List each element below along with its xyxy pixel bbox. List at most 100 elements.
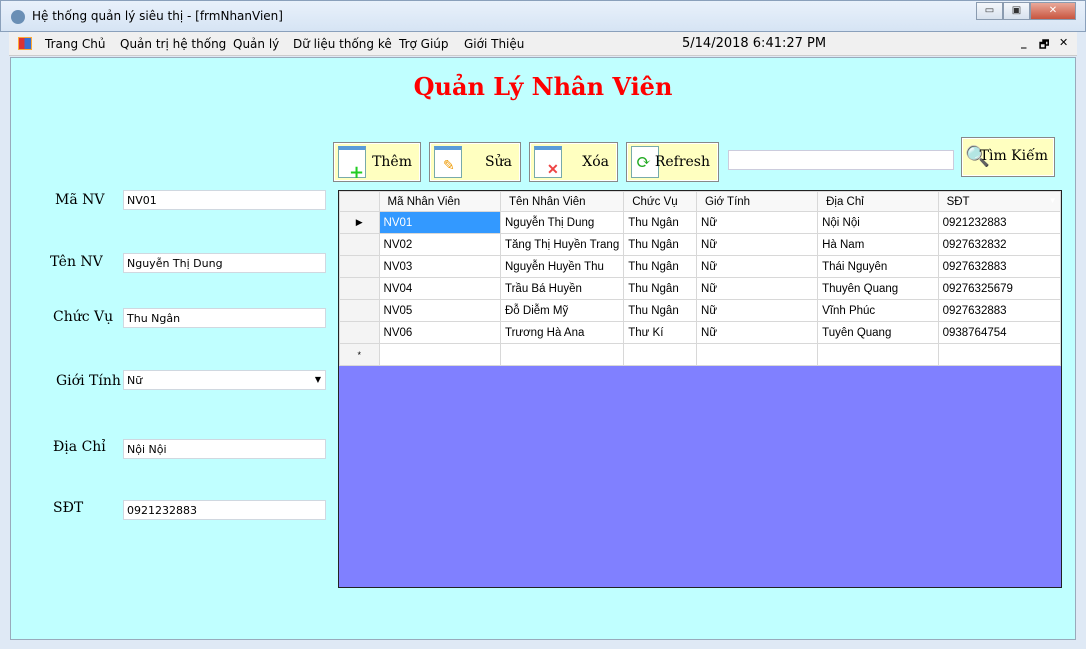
cell-chuc-vu[interactable]: Thu Ngân [623, 255, 698, 278]
cell-gioi-tinh[interactable]: Nữ [696, 277, 819, 300]
cell-gioi-tinh[interactable] [696, 343, 819, 366]
maximize-button[interactable]: ▣ [1003, 2, 1030, 20]
mdi-form-icon[interactable] [18, 37, 32, 50]
sdt-label: SĐT [53, 500, 84, 516]
cell-chuc-vu[interactable]: Thư Kí [623, 321, 698, 344]
cell-dia-chi[interactable]: Thái Nguyên [817, 255, 939, 278]
minimize-button[interactable]: ▭ [976, 2, 1003, 20]
delete-button[interactable]: ✕ Xóa [529, 142, 618, 182]
cell-ten[interactable]: Trương Hà Ana [499, 321, 625, 344]
mdi-minimize-button[interactable]: _ [1021, 36, 1027, 49]
cell-ma[interactable]: NV04 [378, 277, 502, 300]
employee-grid[interactable]: Mã Nhân Viên Tên Nhân Viên Chức Vụ Giớ T… [338, 190, 1062, 588]
cell-gioi-tinh[interactable]: Nữ [696, 299, 819, 322]
menu-trang-chu[interactable]: Trang Chủ [45, 37, 105, 51]
cell-sdt[interactable] [937, 343, 1062, 366]
table-row[interactable]: NV05 Đỗ Diễm Mỹ Thu Ngân Nữ Vĩnh Phúc 0927632… [339, 299, 1062, 322]
add-label: Thêm [372, 154, 412, 170]
title-bar: Hệ thống quản lý siêu thị - [frmNhanVien… [0, 0, 1086, 32]
row-header[interactable] [339, 321, 380, 344]
cell-dia-chi[interactable]: Vĩnh Phúc [817, 299, 939, 322]
cell-ma[interactable]: NV01 [378, 211, 502, 234]
col-ma[interactable]: Mã Nhân Viên [378, 191, 502, 212]
gioi-tinh-value: Nữ [127, 374, 143, 387]
cell-sdt[interactable]: 0927632832 [937, 233, 1062, 256]
menu-quan-tri[interactable]: Quản trị hệ thống [120, 37, 226, 51]
table-row[interactable]: ▶NV01Nguyễn Thị DungThu NgânNữNội Nội092… [339, 211, 1062, 234]
delete-label: Xóa [582, 154, 609, 170]
new-row[interactable]: * [339, 343, 1062, 366]
table-row[interactable]: NV02 Tăng Thị Huyền Trang Thu Ngân Nữ Hà Nam… [339, 233, 1062, 256]
search-button[interactable]: 🔍 Tìm Kiếm [961, 137, 1055, 177]
col-ten[interactable]: Tên Nhân Viên [499, 191, 625, 212]
search-input[interactable] [728, 150, 954, 170]
ma-nv-input[interactable]: NV01 [123, 190, 326, 210]
mdi-close-button[interactable]: ✕ [1059, 36, 1068, 49]
table-row[interactable]: NV03 Nguyễn Huyền Thu Thu Ngân Nữ Thái Nguyê… [339, 255, 1062, 278]
row-header[interactable] [339, 277, 380, 300]
col-gioi-tinh[interactable]: Giớ Tính [696, 191, 819, 212]
col-sdt[interactable]: SĐT [937, 191, 1062, 212]
cell-ma[interactable] [378, 343, 502, 366]
cell-sdt[interactable]: 0927632883 [937, 255, 1062, 278]
menu-gioi-thieu[interactable]: Giới Thiệu [464, 37, 524, 51]
cell-ten[interactable] [499, 343, 625, 366]
cell-gioi-tinh[interactable]: Nữ [696, 321, 819, 344]
cell-sdt[interactable]: 0927632883 [937, 299, 1062, 322]
cell-ma[interactable]: NV03 [378, 255, 502, 278]
menu-du-lieu-thong-ke[interactable]: Dữ liệu thống kê [293, 37, 392, 51]
table-row[interactable]: NV06 Trương Hà Ana Thư Kí Nữ Tuyên Quang 0938… [339, 321, 1062, 344]
cell-sdt[interactable]: 09276325679 [937, 277, 1062, 300]
edit-label: Sửa [485, 154, 512, 170]
row-header[interactable]: * [339, 343, 380, 366]
sdt-input[interactable]: 0921232883 [123, 500, 326, 520]
cell-gioi-tinh[interactable]: Nữ [696, 211, 819, 234]
cell-chuc-vu[interactable] [623, 343, 698, 366]
cell-chuc-vu[interactable]: Thu Ngân [623, 233, 698, 256]
cell-ten[interactable]: Trầu Bá Huyền [499, 277, 625, 300]
refresh-label: Refresh [654, 154, 710, 170]
cell-ten[interactable]: Đỗ Diễm Mỹ [499, 299, 625, 322]
row-header[interactable] [339, 233, 380, 256]
row-header[interactable] [339, 255, 380, 278]
close-button[interactable]: ✕ [1030, 2, 1076, 20]
cell-dia-chi[interactable]: Thuyên Quang [817, 277, 939, 300]
grid-header-row: Mã Nhân Viên Tên Nhân Viên Chức Vụ Giớ T… [339, 191, 1062, 212]
edit-button[interactable]: ✎ Sửa [429, 142, 521, 182]
cell-ten[interactable]: Tăng Thị Huyền Trang [499, 233, 625, 256]
row-header[interactable] [339, 299, 380, 322]
menu-tro-giup[interactable]: Trợ Giúp [399, 37, 449, 51]
cell-ma[interactable]: NV05 [378, 299, 502, 322]
cell-dia-chi[interactable]: Nội Nội [817, 211, 939, 234]
dia-chi-input[interactable]: Nội Nội [123, 439, 326, 459]
cell-dia-chi[interactable]: Tuyên Quang [817, 321, 939, 344]
cell-sdt[interactable]: 0921232883 [937, 211, 1062, 234]
cell-sdt[interactable]: 0938764754 [937, 321, 1062, 344]
row-header[interactable]: ▶ [339, 211, 380, 234]
ma-nv-label: Mã NV [55, 192, 105, 208]
col-dia-chi[interactable]: Địa Chỉ [817, 191, 939, 212]
cell-gioi-tinh[interactable]: Nữ [696, 255, 819, 278]
col-chuc-vu[interactable]: Chức Vụ [623, 191, 698, 212]
cell-ma[interactable]: NV06 [378, 321, 502, 344]
add-button[interactable]: + Thêm [333, 142, 421, 183]
cell-chuc-vu[interactable]: Thu Ngân [623, 277, 698, 300]
ten-nv-input[interactable]: Nguyễn Thị Dung [123, 253, 326, 273]
menu-quan-ly[interactable]: Quản lý [233, 37, 279, 51]
cell-ten[interactable]: Nguyễn Thị Dung [499, 211, 625, 234]
cell-chuc-vu[interactable]: Thu Ngân [623, 211, 698, 234]
cell-dia-chi[interactable]: Hà Nam [817, 233, 939, 256]
cell-ma[interactable]: NV02 [378, 233, 502, 256]
cell-chuc-vu[interactable]: Thu Ngân [623, 299, 698, 322]
refresh-button[interactable]: ⟳ Refresh [626, 142, 719, 182]
chuc-vu-input[interactable]: Thu Ngân [123, 308, 326, 328]
cell-dia-chi[interactable] [817, 343, 939, 366]
mdi-restore-button[interactable]: 🗗 [1039, 36, 1049, 55]
gioi-tinh-select[interactable]: Nữ [123, 370, 326, 390]
table-row[interactable]: NV04 Trầu Bá Huyền Thu Ngân Nữ Thuyên Quang 0… [339, 277, 1062, 300]
add-icon: + [338, 146, 366, 183]
cell-ten[interactable]: Nguyễn Huyền Thu [499, 255, 625, 278]
cell-gioi-tinh[interactable]: Nữ [696, 233, 819, 256]
search-label: Tìm Kiếm [979, 148, 1048, 164]
clock-label: 5/14/2018 6:41:27 PM [682, 36, 827, 51]
